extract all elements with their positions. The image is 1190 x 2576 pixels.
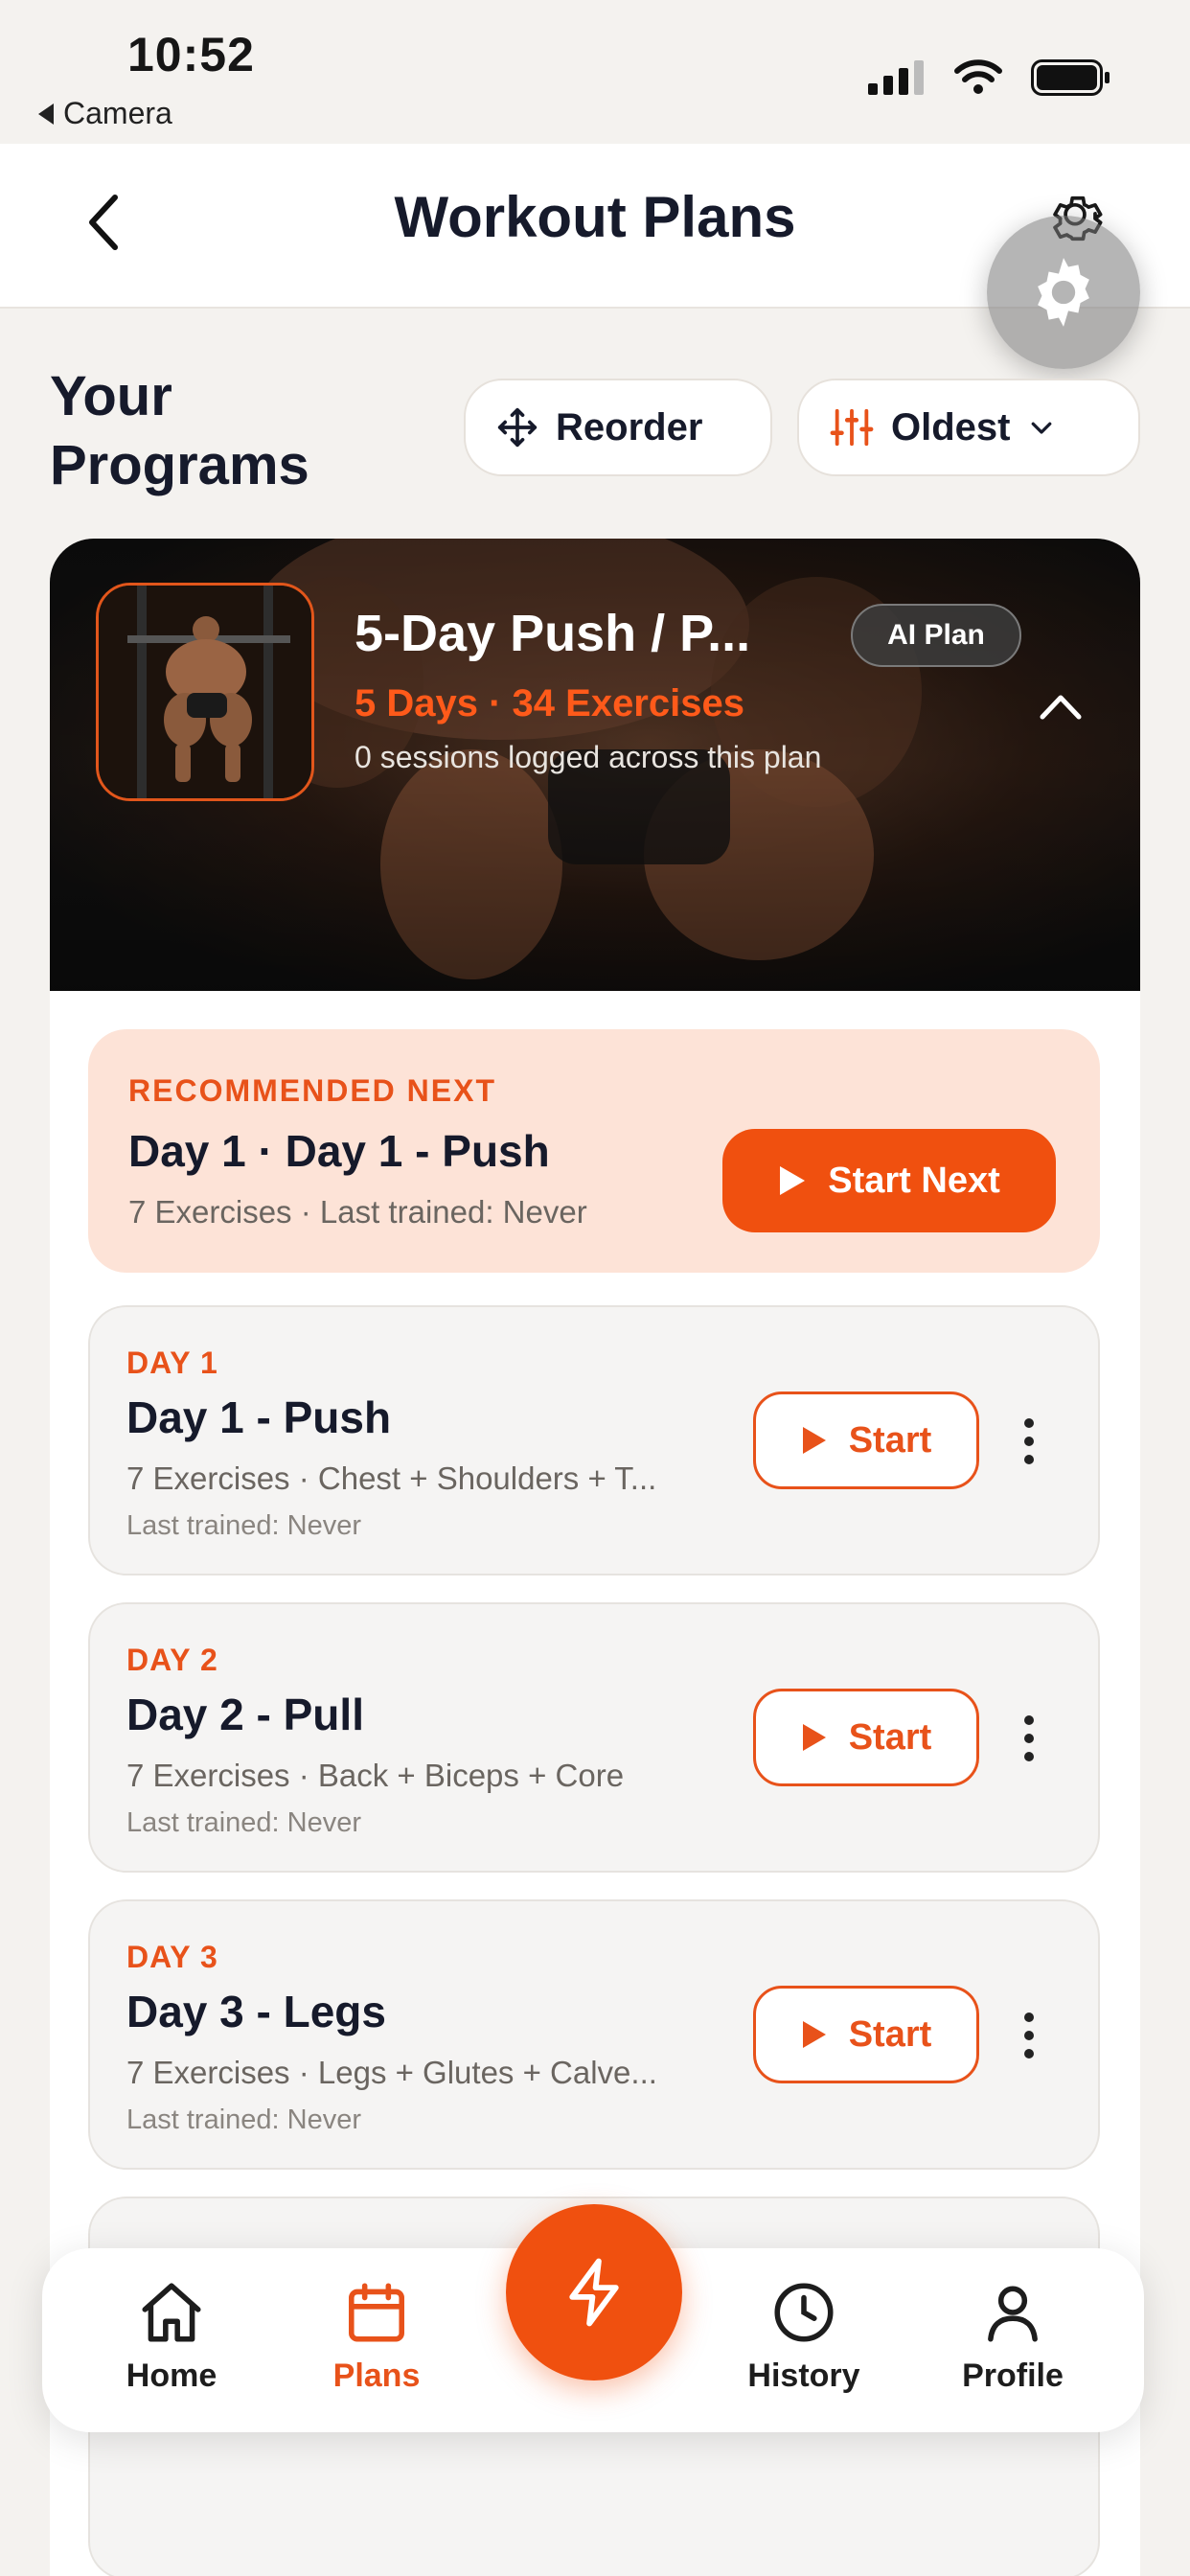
play-icon: [780, 1166, 806, 1195]
tab-home[interactable]: Home: [80, 2277, 263, 2395]
quick-start-button[interactable]: [506, 2204, 682, 2380]
cellular-signal-icon: [868, 60, 924, 95]
lightning-icon: [569, 2258, 619, 2327]
tab-history[interactable]: History: [713, 2277, 895, 2395]
recommended-title: Day 1 · Day 1 - Push: [128, 1126, 550, 1176]
day-label: DAY 3: [126, 1940, 218, 1974]
status-time: 10:52: [127, 28, 255, 81]
user-icon: [988, 2286, 1038, 2342]
floating-settings-overlay[interactable]: [987, 216, 1140, 369]
start-day-button[interactable]: Start: [753, 1392, 979, 1489]
tab-plans-label: Plans: [332, 2358, 421, 2394]
recommended-label: RECOMMENDED NEXT: [128, 1073, 497, 1108]
recommended-next-card[interactable]: RECOMMENDED NEXT Day 1 · Day 1 - Push 7 …: [88, 1029, 1100, 1273]
clock-icon: [774, 2283, 834, 2342]
move-arrows-icon: [497, 407, 538, 448]
start-label: Start: [848, 2013, 932, 2055]
day-card-3[interactable]: DAY 3 Day 3 - Legs 7 Exercises · Legs + …: [88, 1899, 1100, 2170]
play-icon: [802, 1724, 826, 1751]
day-last-trained: Last trained: Never: [126, 1510, 362, 1541]
home-icon: [142, 2283, 201, 2342]
chevron-up-icon: [1040, 695, 1082, 720]
tab-home-label: Home: [126, 2358, 217, 2394]
system-icons: [868, 59, 1111, 96]
day-last-trained: Last trained: Never: [126, 2104, 362, 2135]
tab-profile-label: Profile: [962, 2358, 1064, 2394]
more-options-button[interactable]: [1010, 1698, 1048, 1779]
start-next-button[interactable]: Start Next: [722, 1129, 1056, 1232]
more-options-button[interactable]: [1010, 1401, 1048, 1482]
day-subtitle: 7 Exercises · Legs + Glutes + Calve...: [126, 2055, 657, 2090]
day-title: Day 2 - Pull: [126, 1690, 364, 1739]
thumbnail-athlete: [99, 586, 311, 798]
wifi-icon: [954, 59, 1002, 94]
day-title: Day 1 - Push: [126, 1392, 392, 1442]
plan-thumbnail: [96, 583, 314, 801]
battery-icon: [1031, 59, 1110, 96]
play-icon: [802, 2021, 826, 2048]
sliders-icon: [830, 408, 874, 447]
start-next-label: Start Next: [828, 1160, 1000, 1201]
section-title-line2: Programs: [50, 434, 309, 496]
plan-sessions: 0 sessions logged across this plan: [355, 740, 822, 774]
start-label: Start: [848, 1419, 932, 1460]
plan-meta: 5 Days · 34 Exercises: [355, 682, 744, 724]
collapse-button[interactable]: [1027, 673, 1094, 740]
tab-plans[interactable]: Plans: [286, 2277, 468, 2395]
day-last-trained: Last trained: Never: [126, 1807, 362, 1838]
sort-label: Oldest: [891, 405, 1011, 448]
play-icon: [802, 1427, 826, 1454]
chevron-down-icon: [1032, 422, 1052, 434]
calendar-icon: [349, 2283, 404, 2342]
day-card-1[interactable]: DAY 1 Day 1 - Push 7 Exercises · Chest +…: [88, 1305, 1100, 1576]
back-triangle-icon: [38, 103, 54, 125]
tab-profile[interactable]: Profile: [922, 2277, 1104, 2395]
day-subtitle: 7 Exercises · Chest + Shoulders + T...: [126, 1460, 657, 1496]
reorder-button[interactable]: Reorder: [464, 379, 772, 476]
back-app-label: Camera: [63, 96, 172, 130]
start-day-button[interactable]: Start: [753, 1689, 979, 1786]
start-day-button[interactable]: Start: [753, 1986, 979, 2083]
gear-filled-icon: [1038, 258, 1089, 327]
plan-name: 5-Day Push / P...: [355, 605, 751, 662]
recommended-subtitle: 7 Exercises · Last trained: Never: [128, 1194, 587, 1230]
day-title: Day 3 - Legs: [126, 1987, 386, 2036]
tab-history-label: History: [747, 2358, 860, 2394]
section-title-line1: Your: [50, 365, 172, 427]
day-card-2[interactable]: DAY 2 Day 2 - Pull 7 Exercises · Back + …: [88, 1602, 1100, 1873]
day-label: DAY 1: [126, 1346, 218, 1380]
start-label: Start: [848, 1716, 932, 1758]
ai-plan-badge: AI Plan: [851, 604, 1021, 667]
sort-dropdown[interactable]: Oldest: [797, 379, 1140, 476]
day-subtitle: 7 Exercises · Back + Biceps + Core: [126, 1758, 625, 1793]
day-label: DAY 2: [126, 1643, 218, 1677]
more-options-button[interactable]: [1010, 1995, 1048, 2076]
back-to-app-link[interactable]: Camera: [38, 96, 172, 131]
section-title: Your Programs: [50, 362, 309, 500]
reorder-label: Reorder: [556, 405, 703, 448]
